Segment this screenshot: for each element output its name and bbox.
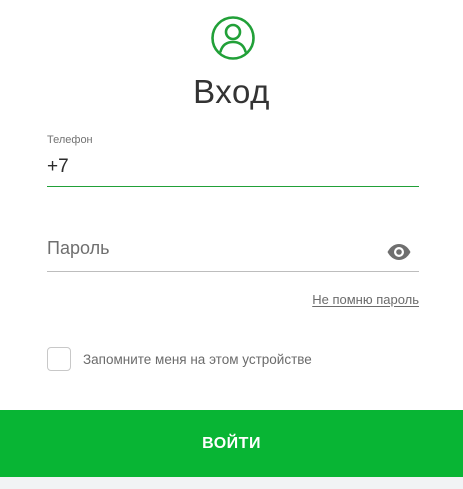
login-card: Вход Телефон Не помню пароль Запомните м…	[0, 0, 463, 477]
login-button[interactable]: ВОЙТИ	[0, 410, 463, 477]
forgot-password-link[interactable]: Не помню пароль	[312, 292, 419, 307]
password-underline	[47, 271, 419, 272]
page-title: Вход	[193, 73, 270, 110]
password-field[interactable]	[47, 228, 419, 274]
phone-input[interactable]	[47, 153, 419, 181]
password-input[interactable]	[47, 234, 377, 262]
phone-label: Телефон	[47, 134, 93, 146]
remember-me-checkbox[interactable]	[47, 347, 71, 371]
phone-field[interactable]: Телефон	[47, 128, 419, 188]
eye-icon[interactable]	[386, 242, 412, 262]
remember-me-row[interactable]: Запомните меня на этом устройстве	[47, 346, 312, 372]
phone-underline	[47, 186, 419, 187]
remember-me-label: Запомните меня на этом устройстве	[83, 351, 312, 367]
user-circle-icon	[211, 16, 255, 60]
